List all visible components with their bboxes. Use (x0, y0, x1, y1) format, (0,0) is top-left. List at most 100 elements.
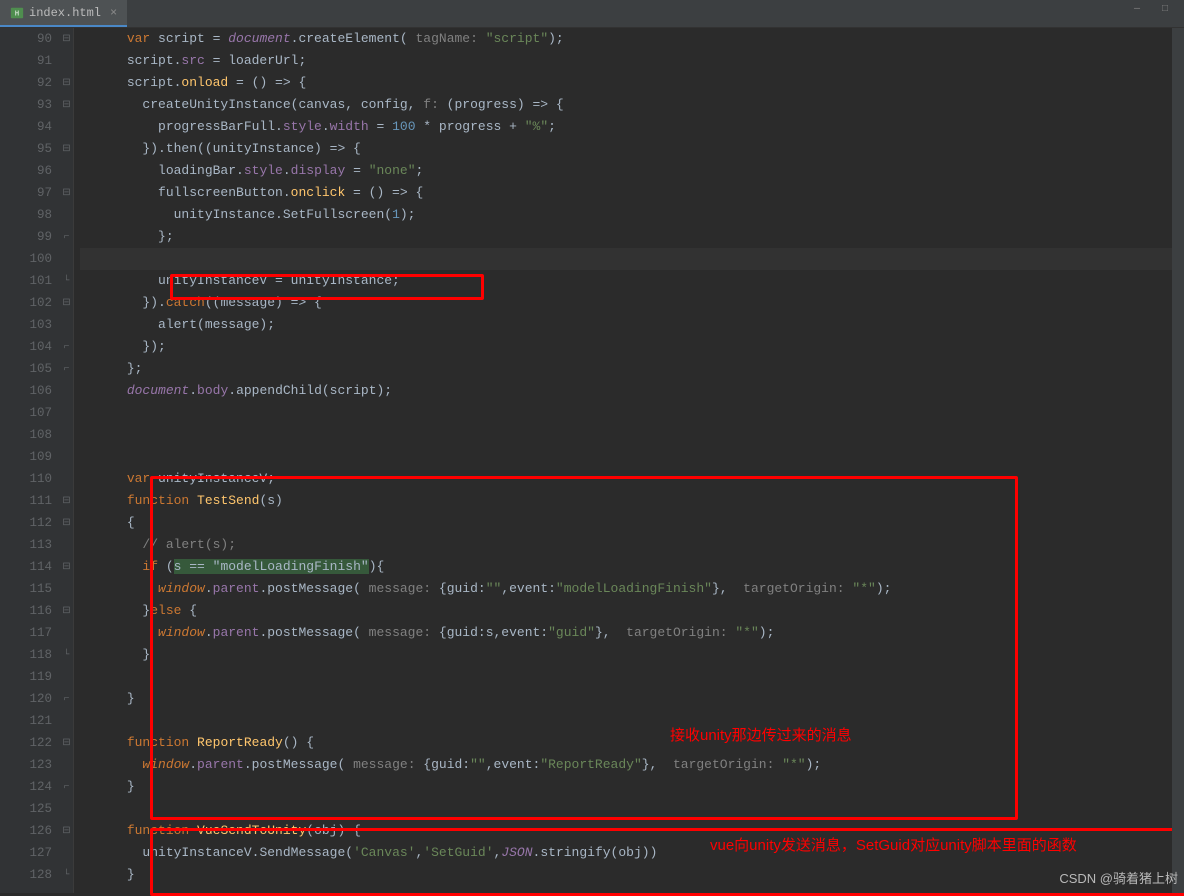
code-area[interactable]: var script = document.createElement( tag… (74, 28, 1184, 893)
line-number: 122 (0, 732, 52, 754)
fold-marker[interactable] (60, 424, 73, 446)
tab-label: index.html (29, 6, 101, 20)
code-editor[interactable]: 9091929394959697989910010110210310410510… (0, 28, 1184, 893)
fold-marker[interactable] (60, 314, 73, 336)
code-line: script.onload = () => { (80, 72, 1184, 94)
fold-marker[interactable]: ⌐ (60, 776, 73, 798)
fold-marker[interactable] (60, 666, 73, 688)
line-number: 98 (0, 204, 52, 226)
code-line: var script = document.createElement( tag… (80, 28, 1184, 50)
svg-text:H: H (15, 10, 19, 18)
fold-marker[interactable]: └ (60, 644, 73, 666)
fold-marker[interactable]: ⌐ (60, 336, 73, 358)
line-number: 107 (0, 402, 52, 424)
tab-index-html[interactable]: H index.html × (0, 0, 127, 27)
fold-marker[interactable]: ⊟ (60, 292, 73, 314)
line-number: 114 (0, 556, 52, 578)
fold-marker[interactable]: └ (60, 864, 73, 886)
fold-marker[interactable] (60, 534, 73, 556)
fold-marker[interactable]: ⊟ (60, 556, 73, 578)
line-number: 95 (0, 138, 52, 160)
line-number: 124 (0, 776, 52, 798)
line-number: 104 (0, 336, 52, 358)
line-number: 111 (0, 490, 52, 512)
annotation-2: vue向unity发送消息，SetGuid对应unity脚本里面的函数 (710, 834, 1184, 858)
fold-marker[interactable] (60, 380, 73, 402)
fold-marker[interactable]: ⊟ (60, 600, 73, 622)
fold-marker[interactable]: ⊟ (60, 72, 73, 94)
line-number: 102 (0, 292, 52, 314)
line-number: 106 (0, 380, 52, 402)
window-controls-icon[interactable]: — □ (1134, 4, 1176, 15)
fold-marker[interactable] (60, 710, 73, 732)
code-line: function TestSend(s) (80, 490, 1184, 512)
fold-marker[interactable]: ⌐ (60, 226, 73, 248)
fold-marker[interactable] (60, 754, 73, 776)
code-line: { (80, 512, 1184, 534)
line-number: 113 (0, 534, 52, 556)
line-number: 121 (0, 710, 52, 732)
fold-marker[interactable]: ⊟ (60, 94, 73, 116)
line-number: 112 (0, 512, 52, 534)
tab-bar: H index.html × — □ (0, 0, 1184, 28)
fold-marker[interactable] (60, 402, 73, 424)
fold-marker[interactable] (60, 160, 73, 182)
code-line (80, 424, 1184, 446)
fold-marker[interactable] (60, 842, 73, 864)
line-number: 126 (0, 820, 52, 842)
code-line: unityInstance.SetFullscreen(1); (80, 204, 1184, 226)
line-number-gutter: 9091929394959697989910010110210310410510… (0, 28, 60, 893)
code-line: createUnityInstance(canvas, config, f: (… (80, 94, 1184, 116)
line-number: 97 (0, 182, 52, 204)
line-number: 96 (0, 160, 52, 182)
code-line: fullscreenButton.onclick = () => { (80, 182, 1184, 204)
fold-marker[interactable]: ⌐ (60, 688, 73, 710)
fold-marker[interactable]: ⊟ (60, 490, 73, 512)
annotation-1: 接收unity那边传过来的消息 (670, 724, 852, 745)
code-line-current (80, 248, 1184, 270)
fold-marker[interactable] (60, 116, 73, 138)
line-number: 99 (0, 226, 52, 248)
line-number: 120 (0, 688, 52, 710)
watermark: CSDN @骑着猪上树 (1059, 868, 1178, 887)
code-line: } (80, 688, 1184, 710)
code-line: }); (80, 336, 1184, 358)
fold-marker[interactable] (60, 578, 73, 600)
close-icon[interactable]: × (110, 6, 117, 20)
fold-marker[interactable] (60, 622, 73, 644)
code-line (80, 666, 1184, 688)
code-line: window.parent.postMessage( message: {gui… (80, 578, 1184, 600)
line-number: 119 (0, 666, 52, 688)
vertical-scrollbar[interactable] (1172, 28, 1184, 893)
fold-marker[interactable] (60, 468, 73, 490)
code-line: }; (80, 358, 1184, 380)
code-line: } (80, 776, 1184, 798)
fold-marker[interactable]: ⊟ (60, 732, 73, 754)
code-line: function ReportReady() { (80, 732, 1184, 754)
code-line: loadingBar.style.display = "none"; (80, 160, 1184, 182)
fold-marker[interactable]: ⌐ (60, 358, 73, 380)
fold-marker[interactable]: ⊟ (60, 512, 73, 534)
line-number: 103 (0, 314, 52, 336)
line-number: 117 (0, 622, 52, 644)
fold-marker[interactable] (60, 204, 73, 226)
fold-marker[interactable]: ⊟ (60, 28, 73, 50)
fold-marker[interactable]: ⊟ (60, 182, 73, 204)
fold-marker[interactable] (60, 248, 73, 270)
line-number: 105 (0, 358, 52, 380)
line-number: 101 (0, 270, 52, 292)
code-line: if (s == "modelLoadingFinish"){ (80, 556, 1184, 578)
fold-gutter[interactable]: ⊟⊟⊟⊟⊟⌐└⊟⌐⌐⊟⊟⊟⊟└⌐⊟⌐⊟└ (60, 28, 74, 893)
fold-marker[interactable] (60, 50, 73, 72)
line-number: 110 (0, 468, 52, 490)
code-line (80, 402, 1184, 424)
line-number: 125 (0, 798, 52, 820)
line-number: 123 (0, 754, 52, 776)
fold-marker[interactable] (60, 798, 73, 820)
code-line: document.body.appendChild(script); (80, 380, 1184, 402)
fold-marker[interactable]: └ (60, 270, 73, 292)
code-line: }).catch((message) => { (80, 292, 1184, 314)
fold-marker[interactable]: ⊟ (60, 138, 73, 160)
fold-marker[interactable]: ⊟ (60, 820, 73, 842)
fold-marker[interactable] (60, 446, 73, 468)
